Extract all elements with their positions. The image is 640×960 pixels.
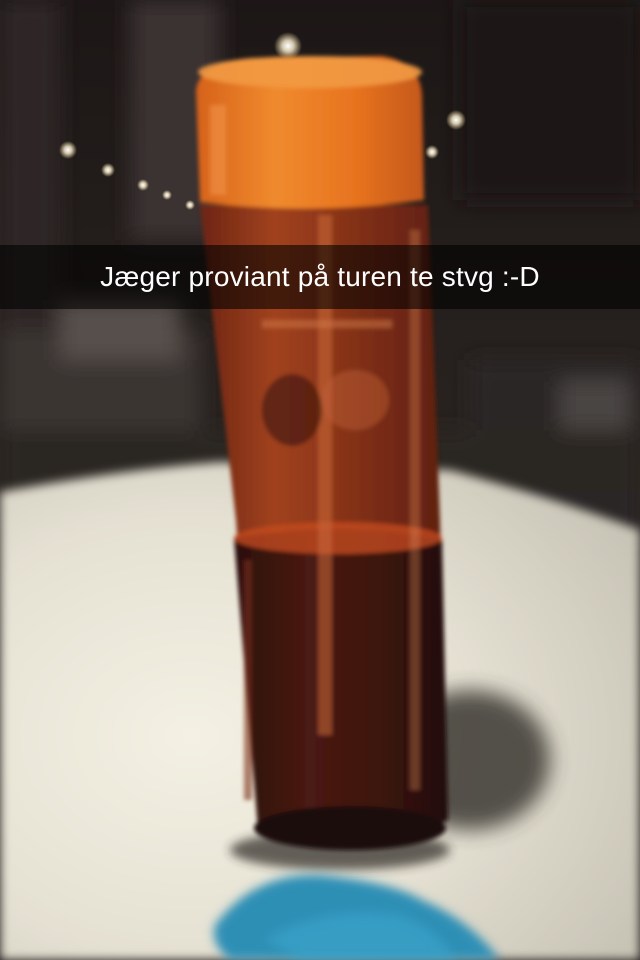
light-spot: [162, 190, 172, 200]
light-spot: [185, 200, 195, 210]
photo-scene: [0, 0, 640, 960]
light-spot: [137, 179, 149, 191]
bottle-bottom: [254, 806, 446, 850]
light-spot: [446, 110, 466, 130]
light-spot: [101, 163, 115, 177]
light-spot: [274, 32, 302, 60]
snap-photo: Jæger proviant på turen te stvg :-D: [0, 0, 640, 960]
light-spot: [425, 145, 439, 159]
light-spot: [59, 141, 77, 159]
cap-top: [198, 56, 422, 88]
snap-caption-bar: Jæger proviant på turen te stvg :-D: [0, 245, 640, 309]
snap-caption-text: Jæger proviant på turen te stvg :-D: [100, 261, 540, 292]
